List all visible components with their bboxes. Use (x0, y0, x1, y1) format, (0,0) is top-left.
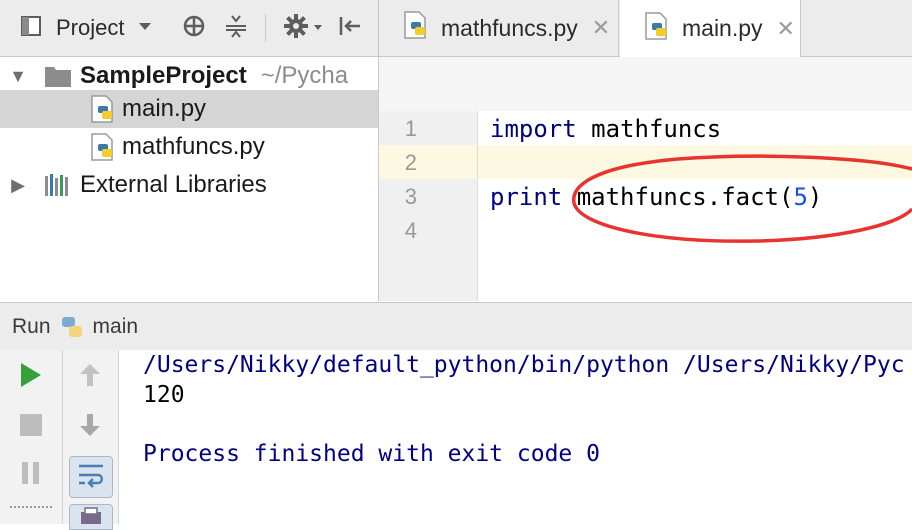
project-tree: ▼ SampleProject ~/Pycha main.py mathfunc… (0, 57, 379, 301)
line-number: 1 (404, 116, 417, 141)
code-text: mathfuncs (576, 115, 722, 143)
console-line: 120 (143, 382, 185, 408)
project-toolbar: Project (0, 0, 379, 56)
soft-wrap-button[interactable] (69, 456, 113, 498)
run-title: Run (12, 314, 51, 338)
rerun-button[interactable] (16, 362, 46, 392)
tree-file-main[interactable]: main.py (0, 90, 378, 128)
run-config-name[interactable]: main (93, 315, 139, 339)
line-number: 4 (404, 218, 417, 243)
python-icon (59, 314, 85, 340)
tree-external-libraries[interactable]: ▶ External Libraries (0, 166, 378, 204)
project-view-label: Project (56, 15, 125, 40)
python-file-icon (642, 11, 672, 47)
run-console-output[interactable]: /Users/Nikky/default_python/bin/python /… (119, 350, 912, 524)
project-icon (20, 15, 42, 42)
python-file-icon (88, 132, 118, 162)
hide-panel-button[interactable] (338, 12, 362, 44)
line-number: 3 (404, 184, 417, 209)
editor-breadcrumb-strip (379, 57, 912, 112)
code-editor[interactable]: import mathfuncs print mathfuncs.fact(5) (478, 111, 912, 301)
line-number-gutter: 1 2 3 4 (379, 111, 478, 301)
arrow-up-icon (78, 362, 102, 393)
folder-icon (44, 64, 72, 88)
run-toolbar (0, 350, 63, 524)
root-folder-name: SampleProject (80, 62, 247, 89)
chevron-down-icon (313, 19, 323, 37)
tree-file-mathfuncs[interactable]: mathfuncs.py (0, 128, 378, 166)
scroll-from-source-button[interactable] (182, 12, 206, 44)
pause-icon (20, 461, 42, 490)
line-number: 2 (404, 150, 417, 175)
tab-label: mathfuncs.py (441, 14, 578, 41)
play-icon (19, 361, 43, 394)
settings-button[interactable] (283, 12, 323, 44)
top-bar: Project mathfuncs.py ✕ main.py ✕ (0, 0, 912, 57)
chevron-down-icon[interactable]: ▼ (8, 66, 28, 87)
external-libraries-label: External Libraries (80, 171, 267, 198)
root-folder-path: ~/Pycha (260, 62, 349, 89)
print-button[interactable] (69, 504, 113, 530)
stop-icon (19, 413, 43, 442)
red-ellipse-annotation (572, 154, 912, 243)
close-icon[interactable]: ✕ (592, 15, 610, 41)
run-secondary-toolbar (63, 350, 119, 530)
scroll-down-button[interactable] (75, 412, 105, 442)
soft-wrap-icon (76, 460, 106, 495)
stop-button[interactable] (16, 412, 46, 442)
collapse-all-button[interactable] (224, 12, 248, 44)
toolbar-overflow-dots (10, 506, 52, 508)
keyword: print (490, 183, 563, 211)
console-line: Process finished with exit code 0 (143, 441, 600, 467)
print-icon (78, 506, 104, 529)
file-name: main.py (122, 95, 207, 122)
tab-label: main.py (682, 15, 763, 41)
pause-button[interactable] (16, 460, 46, 490)
keyword: import (490, 115, 577, 143)
collapse-icon (224, 14, 248, 43)
arrow-down-icon (78, 412, 102, 443)
gear-icon (283, 13, 309, 44)
hide-left-icon (338, 14, 362, 43)
code-line-1[interactable]: import mathfuncs (490, 112, 721, 146)
toolbar-divider (265, 14, 266, 42)
libraries-icon (44, 172, 72, 198)
scroll-up-button[interactable] (75, 362, 105, 392)
project-view-dropdown[interactable]: Project (20, 12, 152, 44)
python-file-icon (401, 10, 431, 46)
file-name: mathfuncs.py (122, 133, 265, 160)
tab-main[interactable]: main.py ✕ (620, 0, 801, 57)
run-panel-header: Run main (0, 302, 912, 351)
editor-tabs: mathfuncs.py ✕ main.py ✕ (379, 0, 912, 57)
crosshair-icon (182, 14, 206, 43)
chevron-right-icon[interactable]: ▶ (8, 175, 28, 196)
console-line: /Users/Nikky/default_python/bin/python /… (143, 352, 905, 378)
chevron-down-icon (138, 19, 152, 37)
python-file-icon (88, 94, 118, 124)
close-icon[interactable]: ✕ (777, 16, 795, 42)
tab-mathfuncs[interactable]: mathfuncs.py ✕ (379, 0, 619, 56)
